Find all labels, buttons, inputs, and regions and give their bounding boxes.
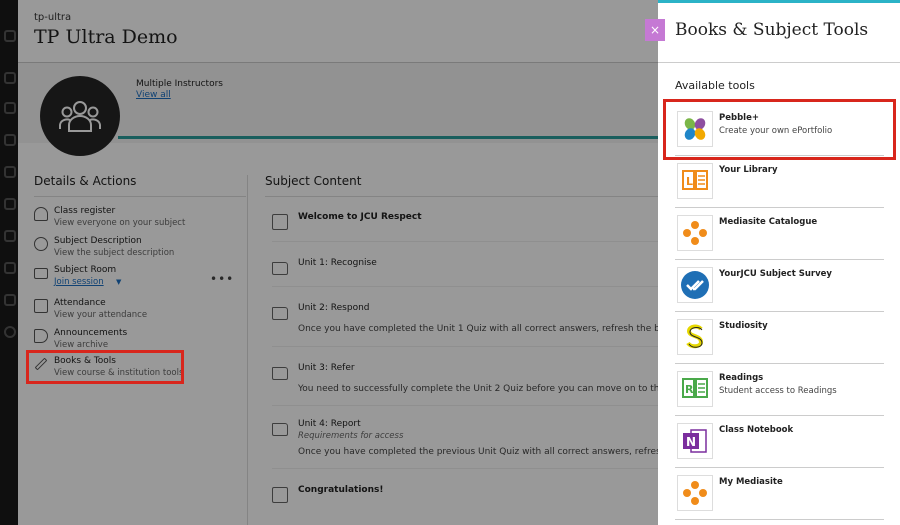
megaphone-icon bbox=[34, 329, 48, 343]
tool-name: Readings bbox=[719, 373, 764, 383]
subject-description-title: Subject Description bbox=[54, 236, 142, 246]
calendar-icon bbox=[34, 299, 48, 313]
onenote-icon: N bbox=[677, 423, 713, 459]
announcements-title: Announcements bbox=[54, 328, 128, 338]
announcements-sub: View archive bbox=[54, 340, 109, 350]
highlight-box-books-tools bbox=[26, 350, 184, 384]
tool-mediasite-catalogue[interactable]: Mediasite Catalogue bbox=[675, 207, 883, 259]
tools-icon[interactable] bbox=[4, 294, 16, 306]
attendance-title: Attendance bbox=[54, 298, 106, 308]
available-tools-heading: Available tools bbox=[675, 79, 755, 92]
tool-readings[interactable]: R Readings Student access to Readings bbox=[675, 363, 883, 415]
books-tools-panel: Books & Subject Tools Available tools Pe… bbox=[658, 0, 900, 525]
chevron-down-icon[interactable]: ▼ bbox=[116, 278, 121, 286]
course-title: TP Ultra Demo bbox=[34, 26, 178, 48]
tool-my-mediasite[interactable]: My Mediasite bbox=[675, 467, 883, 519]
video-icon bbox=[34, 268, 48, 279]
close-panel-button[interactable]: × bbox=[645, 19, 665, 41]
people-icon bbox=[34, 207, 48, 221]
panel-divider bbox=[658, 62, 900, 63]
close-icon: × bbox=[649, 23, 661, 37]
content-item-title: Unit 2: Respond bbox=[298, 303, 370, 313]
content-item-desc: You need to successfully complete the Un… bbox=[298, 384, 658, 394]
globe-icon[interactable] bbox=[4, 102, 16, 114]
content-separator bbox=[272, 405, 658, 406]
document-icon bbox=[272, 214, 288, 230]
library-icon: L bbox=[677, 163, 713, 199]
menu-icon[interactable] bbox=[4, 30, 16, 42]
highlight-box-pebble bbox=[663, 99, 896, 160]
svg-text:N: N bbox=[686, 435, 696, 449]
studiosity-icon bbox=[677, 319, 713, 355]
profile-icon[interactable] bbox=[4, 72, 16, 84]
tool-your-library[interactable]: L Your Library bbox=[675, 155, 883, 207]
subject-description-sub: View the subject description bbox=[54, 248, 175, 258]
readings-icon: R bbox=[677, 371, 713, 407]
group-people-icon bbox=[59, 101, 101, 132]
column-separator bbox=[247, 175, 248, 525]
subject-content-heading: Subject Content bbox=[265, 174, 362, 188]
svg-text:R: R bbox=[685, 383, 694, 396]
instructors-label: Multiple Instructors bbox=[136, 79, 223, 89]
details-actions-heading: Details & Actions bbox=[34, 174, 137, 188]
tool-name: Studiosity bbox=[719, 321, 768, 331]
tool-name: Mediasite Catalogue bbox=[719, 217, 818, 227]
global-nav-rail bbox=[0, 0, 18, 525]
tool-separator bbox=[675, 519, 884, 520]
more-options-button[interactable]: ••• bbox=[210, 272, 234, 286]
panel-accent-bar bbox=[658, 0, 900, 3]
messages-icon[interactable] bbox=[4, 230, 16, 242]
calendar-icon[interactable] bbox=[4, 198, 16, 210]
document-icon bbox=[272, 487, 288, 503]
svg-text:L: L bbox=[686, 175, 693, 188]
groups-icon[interactable] bbox=[4, 166, 16, 178]
content-item-desc: Once you have completed the Unit 1 Quiz … bbox=[298, 324, 658, 334]
content-item-desc: Once you have completed the previous Uni… bbox=[298, 447, 658, 457]
folder-icon bbox=[272, 367, 288, 380]
tool-class-notebook[interactable]: N Class Notebook bbox=[675, 415, 883, 467]
class-register-sub: View everyone on your subject bbox=[54, 218, 186, 228]
tool-name: Class Notebook bbox=[719, 425, 794, 435]
tool-name: My Mediasite bbox=[719, 477, 783, 487]
tool-studiosity[interactable]: Studiosity bbox=[675, 311, 883, 363]
requirements-link[interactable]: Requirements for access bbox=[298, 431, 403, 441]
content-separator bbox=[272, 346, 658, 347]
content-item-title: Welcome to JCU Respect bbox=[298, 212, 422, 222]
content-separator bbox=[272, 468, 658, 469]
grades-icon[interactable] bbox=[4, 262, 16, 274]
course-avatar bbox=[40, 76, 120, 156]
banner-accent-line bbox=[118, 136, 658, 139]
mediasite-icon bbox=[677, 475, 713, 511]
content-item-title: Unit 4: Report bbox=[298, 419, 361, 429]
content-item-title: Unit 1: Recognise bbox=[298, 258, 377, 268]
join-session-link[interactable]: Join session bbox=[54, 277, 104, 287]
mediasite-icon bbox=[677, 215, 713, 251]
course-id: tp-ultra bbox=[34, 12, 72, 23]
content-separator bbox=[272, 286, 658, 287]
content-separator bbox=[272, 241, 658, 242]
tool-name: Your Library bbox=[719, 165, 778, 175]
class-register-title: Class register bbox=[54, 206, 116, 216]
tool-name: YourJCU Subject Survey bbox=[719, 269, 832, 279]
subject-room-title: Subject Room bbox=[54, 265, 117, 275]
content-divider bbox=[265, 196, 658, 197]
panel-title: Books & Subject Tools bbox=[675, 20, 869, 40]
survey-check-icon bbox=[677, 267, 713, 303]
attendance-sub: View your attendance bbox=[54, 310, 148, 320]
course-page: tp-ultra TP Ultra Demo Multiple Instruct… bbox=[18, 0, 658, 525]
tool-subject-survey[interactable]: YourJCU Subject Survey bbox=[675, 259, 883, 311]
view-all-instructors-link[interactable]: View all bbox=[136, 90, 171, 100]
folder-icon bbox=[272, 262, 288, 275]
info-icon bbox=[34, 237, 48, 251]
folder-icon bbox=[272, 307, 288, 320]
details-divider bbox=[34, 196, 246, 197]
courses-icon[interactable] bbox=[4, 134, 16, 146]
tool-desc: Student access to Readings bbox=[719, 386, 837, 396]
help-icon[interactable] bbox=[4, 326, 16, 338]
folder-lock-icon bbox=[272, 423, 288, 436]
content-item-title: Unit 3: Refer bbox=[298, 363, 355, 373]
content-item-title: Congratulations! bbox=[298, 485, 384, 495]
